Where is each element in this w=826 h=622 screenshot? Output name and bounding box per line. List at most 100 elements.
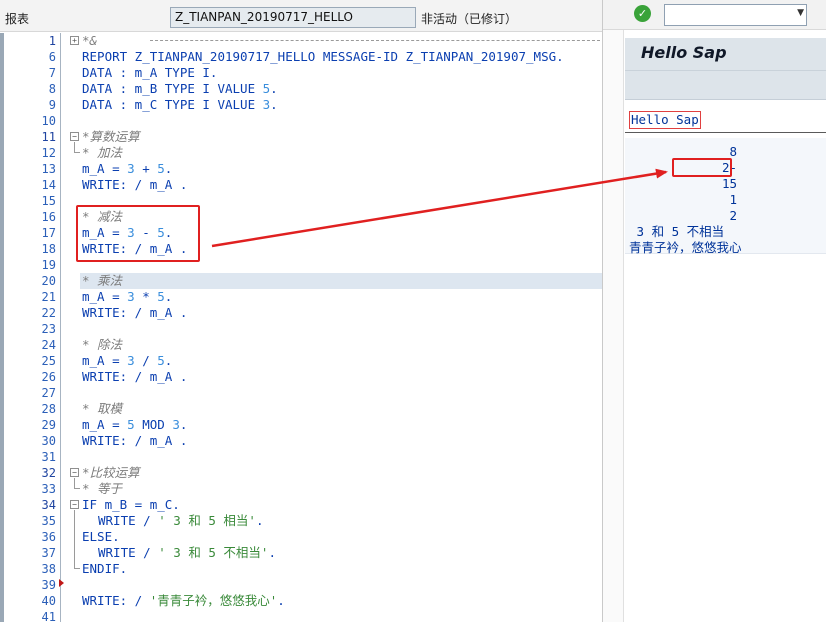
code-line[interactable]: 28 * 取模 bbox=[0, 401, 602, 417]
line-number: 10 bbox=[41, 114, 56, 128]
code-line[interactable]: 11 − *算数运算 bbox=[0, 129, 602, 145]
code-line[interactable]: 21 m_A = 3 * 5. bbox=[0, 289, 602, 305]
editor-header: 报表 Z_TIANPAN_20190717_HELLO 非活动（已修订） bbox=[0, 0, 602, 32]
code-token: IF m_B = m_C. bbox=[82, 497, 180, 512]
list-header: Hello Sap bbox=[629, 111, 701, 129]
line-number: 27 bbox=[41, 386, 56, 400]
code-token: ENDIF. bbox=[82, 561, 128, 576]
code-line[interactable]: 20 * 乘法 bbox=[42, 273, 602, 289]
line-number: 37 bbox=[41, 546, 56, 560]
code-line[interactable]: 31 bbox=[0, 449, 602, 465]
line-number: 39 bbox=[41, 578, 56, 592]
code-line[interactable]: 7 DATA : m_A TYPE I. bbox=[0, 65, 602, 81]
code-token: * 加法 bbox=[82, 145, 123, 160]
code-token: *算数运算 bbox=[82, 129, 140, 144]
code-line[interactable]: 29 m_A = 5 MOD 3. bbox=[0, 417, 602, 433]
code-token: * 除法 bbox=[82, 337, 123, 352]
code-line[interactable]: 23 bbox=[0, 321, 602, 337]
code-text: WRITE: / m_A . bbox=[82, 369, 187, 385]
code-token: + bbox=[134, 161, 158, 176]
collapse-icon[interactable]: − bbox=[70, 500, 79, 509]
code-token: m_A = bbox=[82, 161, 128, 176]
code-text: *算数运算 bbox=[82, 129, 140, 145]
line-number: 12 bbox=[41, 146, 56, 160]
code-line[interactable]: 38 ENDIF. bbox=[0, 561, 602, 577]
code-line[interactable]: 9 DATA : m_C TYPE I VALUE 3. bbox=[0, 97, 602, 113]
line-number: 20 bbox=[41, 274, 56, 288]
line-number: 7 bbox=[48, 66, 56, 80]
highlight-box-subtraction-code bbox=[76, 205, 200, 262]
command-field[interactable]: ▼ bbox=[664, 4, 807, 26]
collapse-icon[interactable]: − bbox=[70, 132, 79, 141]
code-token: ' 3 和 5 不相当' bbox=[158, 545, 269, 560]
code-text: m_A = 3 + 5. bbox=[82, 161, 172, 177]
code-token: 5 bbox=[157, 289, 165, 304]
program-name-field[interactable]: Z_TIANPAN_20190717_HELLO bbox=[170, 7, 416, 28]
code-token: . bbox=[164, 289, 173, 304]
code-line[interactable]: 32 − *比较运算 bbox=[0, 465, 602, 481]
line-number: 41 bbox=[41, 610, 56, 622]
code-line[interactable]: 33 * 等于 bbox=[0, 481, 602, 497]
code-token: ELSE. bbox=[82, 529, 120, 544]
line-number: 17 bbox=[41, 226, 56, 240]
code-line[interactable]: 10 bbox=[0, 113, 602, 129]
code-line[interactable]: 37 WRITE / ' 3 和 5 不相当'. bbox=[0, 545, 602, 561]
code-text: *& bbox=[82, 33, 97, 49]
code-line[interactable]: 41 bbox=[0, 609, 602, 622]
expand-icon[interactable]: + bbox=[70, 36, 79, 45]
code-text: DATA : m_B TYPE I VALUE 5. bbox=[82, 81, 278, 97]
output-title: Hello Sap bbox=[641, 43, 727, 62]
code-token: m_A = bbox=[82, 289, 128, 304]
list-output-window: ✓ ▼ Hello Sap Hello Sap 8 2- 15 1 2 3 和 … bbox=[602, 0, 826, 622]
code-token: * 取模 bbox=[82, 401, 123, 416]
code-token: WRITE: / m_A . bbox=[82, 433, 188, 448]
code-line[interactable]: 25 m_A = 3 / 5. bbox=[0, 353, 602, 369]
code-line[interactable]: 34 − IF m_B = m_C. bbox=[0, 497, 602, 513]
line-number: 26 bbox=[41, 370, 56, 384]
list-header-underline bbox=[625, 132, 826, 133]
output-value-row: 2 bbox=[729, 208, 737, 223]
code-line[interactable]: 12 * 加法 bbox=[0, 145, 602, 161]
line-number: 21 bbox=[41, 290, 56, 304]
code-text: IF m_B = m_C. bbox=[82, 497, 180, 513]
line-number: 11 bbox=[41, 130, 56, 144]
output-value-row: 15 bbox=[721, 176, 737, 191]
program-status-label: 非活动（已修订） bbox=[421, 12, 518, 26]
code-line[interactable]: 14 WRITE: / m_A . bbox=[0, 177, 602, 193]
line-number: 14 bbox=[41, 178, 56, 192]
code-token: *比较运算 bbox=[82, 465, 140, 480]
output-text-row: 3 和 5 不相当 bbox=[629, 224, 725, 239]
code-line[interactable]: 26 WRITE: / m_A . bbox=[0, 369, 602, 385]
code-line[interactable]: 1 + *& bbox=[0, 33, 602, 49]
code-line[interactable]: 27 bbox=[0, 385, 602, 401]
code-text: WRITE: / '青青子衿，悠悠我心'. bbox=[82, 593, 285, 609]
code-line[interactable]: 6 REPORT Z_TIANPAN_20190717_HELLO MESSAGE… bbox=[0, 49, 602, 65]
dropdown-arrow-icon[interactable]: ▼ bbox=[797, 8, 804, 18]
code-area[interactable]: 1 + *& 6 REPORT Z_TIANPAN_20190717_HELLO MES… bbox=[0, 33, 602, 622]
code-text: *比较运算 bbox=[82, 465, 140, 481]
line-number: 31 bbox=[41, 450, 56, 464]
code-token: DATA : m_A TYPE I. bbox=[82, 65, 218, 80]
code-line[interactable]: 13 m_A = 3 + 5. bbox=[0, 161, 602, 177]
code-line[interactable]: 8 DATA : m_B TYPE I VALUE 5. bbox=[0, 81, 602, 97]
code-line[interactable]: 22 WRITE: / m_A . bbox=[0, 305, 602, 321]
output-toolbar: ✓ ▼ bbox=[603, 0, 826, 30]
code-line[interactable]: 36 ELSE. bbox=[0, 529, 602, 545]
code-token: DATA : m_C TYPE I VALUE bbox=[82, 97, 263, 112]
current-line-marker-icon bbox=[59, 579, 64, 587]
collapse-icon[interactable]: − bbox=[70, 468, 79, 477]
line-number: 33 bbox=[41, 482, 56, 496]
code-line[interactable]: 39 bbox=[0, 577, 602, 593]
code-line[interactable]: 30 WRITE: / m_A . bbox=[0, 433, 602, 449]
code-token: WRITE / bbox=[98, 545, 159, 560]
check-icon[interactable]: ✓ bbox=[634, 5, 651, 22]
code-token: WRITE: / bbox=[82, 593, 150, 608]
code-line[interactable]: 24 * 除法 bbox=[0, 337, 602, 353]
line-number: 25 bbox=[41, 354, 56, 368]
code-token: . bbox=[164, 161, 173, 176]
code-token: . bbox=[179, 417, 188, 432]
code-line[interactable]: 35 WRITE / ' 3 和 5 相当'. bbox=[0, 513, 602, 529]
line-number: 30 bbox=[41, 434, 56, 448]
code-line[interactable]: 40 WRITE: / '青青子衿，悠悠我心'. bbox=[0, 593, 602, 609]
code-text: DATA : m_C TYPE I VALUE 3. bbox=[82, 97, 278, 113]
